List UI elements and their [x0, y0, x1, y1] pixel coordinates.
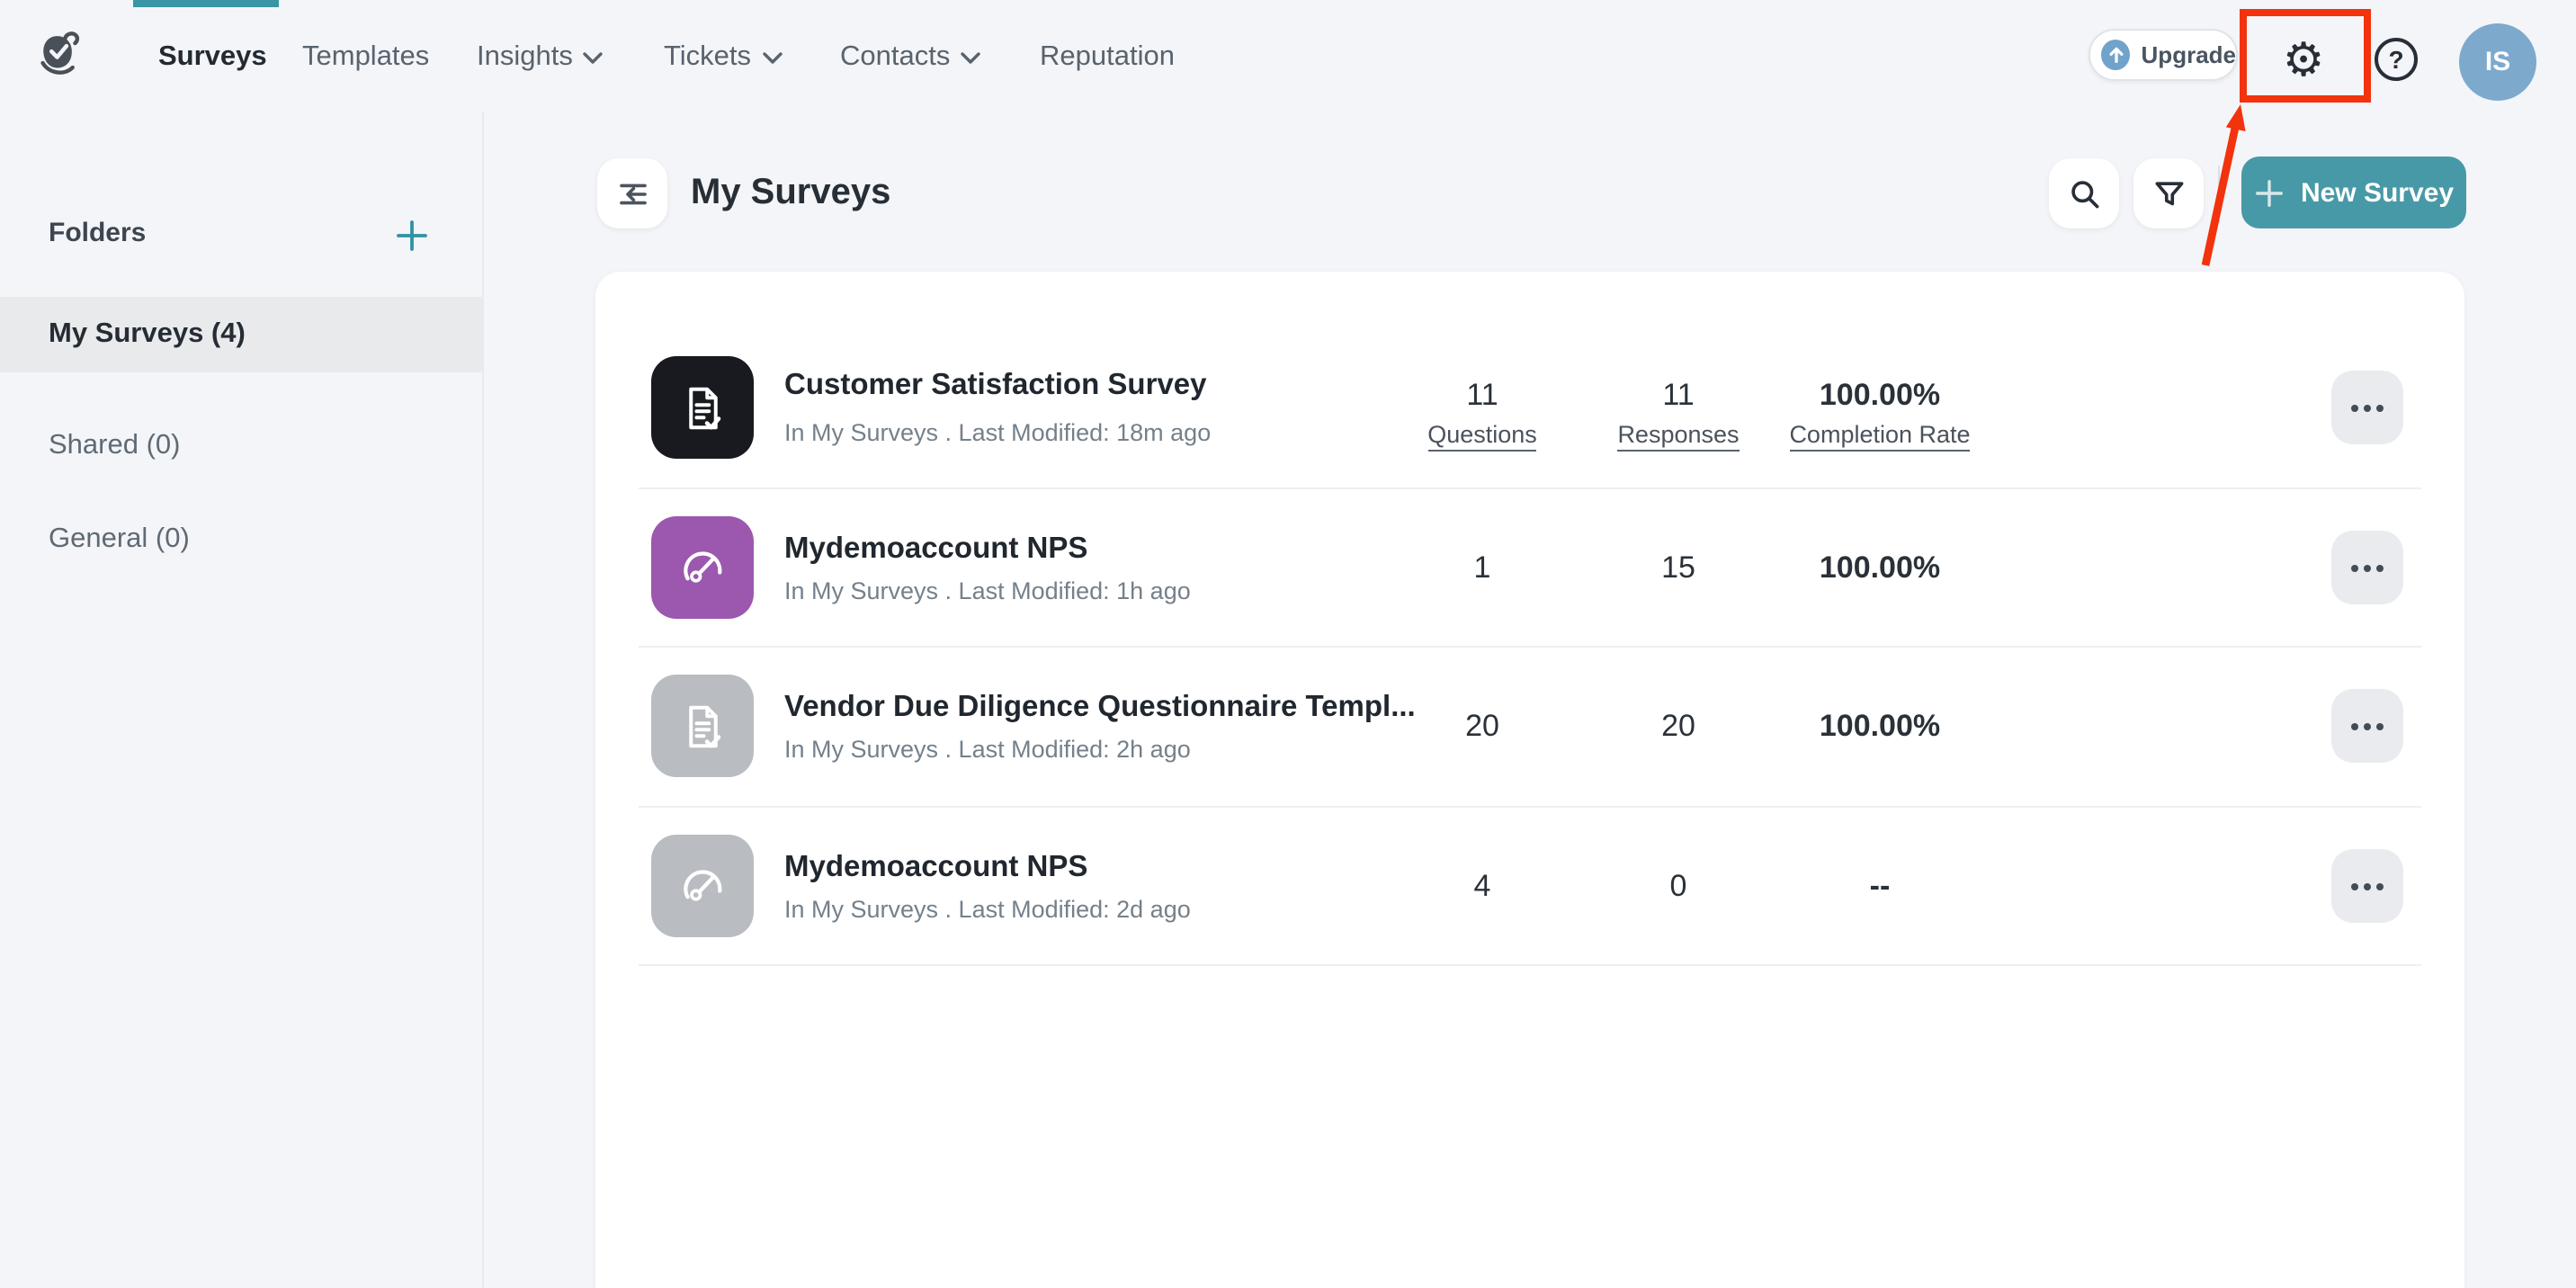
- collapse-sidebar-icon: [614, 175, 650, 211]
- gauge-icon: [675, 859, 729, 913]
- top-nav: Surveys Templates Insights Tickets Conta…: [0, 0, 2576, 112]
- new-survey-button[interactable]: New Survey: [2241, 157, 2466, 228]
- nav-tab-tickets[interactable]: Tickets: [664, 40, 782, 76]
- sidebar-item-my-surveys[interactable]: My Surveys (4): [0, 297, 482, 372]
- nav-label: Contacts: [840, 41, 950, 74]
- sidebar-item-label: Shared (0): [49, 430, 180, 462]
- nav-tab-templates[interactable]: Templates: [302, 40, 429, 76]
- survey-meta: In My Surveys . Last Modified: 2h ago: [784, 736, 1191, 763]
- row-divider: [639, 964, 2421, 966]
- survey-list-card: Customer Satisfaction Survey In My Surve…: [595, 272, 2464, 1288]
- filter-button[interactable]: [2133, 158, 2204, 228]
- add-folder-button plus-icon[interactable]: [392, 216, 432, 255]
- app-window: Surveys Templates Insights Tickets Conta…: [0, 0, 2576, 1288]
- page-title: My Surveys: [691, 173, 890, 214]
- collapse-sidebar-button[interactable]: [597, 158, 667, 228]
- chevron-down-icon: [584, 51, 604, 64]
- folders-sidebar: Folders My Surveys (4) Shared (0) Genera…: [0, 112, 484, 1288]
- survey-tile: [651, 356, 754, 459]
- help-icon: ?: [2388, 45, 2403, 74]
- survey-title: Mydemoaccount NPS: [784, 851, 1087, 885]
- completion-rate: 100.00%: [1754, 378, 2006, 412]
- plus-icon: [2254, 177, 2285, 208]
- folders-header: Folders: [0, 210, 482, 261]
- sidebar-item-general[interactable]: General (0): [0, 502, 482, 577]
- row-menu-button ellipsis-icon[interactable]: [2331, 531, 2403, 604]
- completion-rate: 100.00%: [1754, 709, 2006, 743]
- search-icon: [2066, 175, 2102, 211]
- sidebar-item-label: General (0): [49, 523, 190, 556]
- survey-meta: In My Surveys . Last Modified: 18m ago: [784, 419, 1211, 446]
- survey-title: Mydemoaccount NPS: [784, 532, 1087, 567]
- header-divider: [2218, 165, 2220, 223]
- document-check-icon: [675, 380, 729, 434]
- survey-tile: [651, 675, 754, 777]
- upgrade-arrow-icon: [2101, 40, 2131, 70]
- nav-label: Reputation: [1040, 41, 1175, 74]
- survey-tile: [651, 516, 754, 619]
- survey-row[interactable]: Mydemoaccount NPS In My Surveys . Last M…: [595, 487, 2464, 646]
- nav-tab-surveys[interactable]: Surveys: [158, 40, 267, 76]
- nav-label: Templates: [302, 41, 429, 74]
- filter-icon: [2151, 175, 2187, 211]
- row-menu-button ellipsis-icon[interactable]: [2331, 689, 2403, 763]
- gear-icon: ⚙: [2283, 34, 2325, 88]
- survey-title: Customer Satisfaction Survey: [784, 369, 1207, 403]
- sidebar-item-label: My Surveys (4): [49, 318, 246, 351]
- help-button[interactable]: ?: [2375, 38, 2418, 81]
- completion-rate: --: [1754, 869, 2006, 903]
- stat-completion: 100.00% Completion Rate: [1754, 378, 2006, 452]
- survey-row[interactable]: Vendor Due Diligence Questionnaire Templ…: [595, 646, 2464, 806]
- nav-tab-reputation[interactable]: Reputation: [1040, 40, 1175, 76]
- nav-label: Surveys: [158, 41, 267, 74]
- completion-rate: 100.00%: [1754, 550, 2006, 585]
- chevron-down-icon: [961, 51, 980, 64]
- sidebar-item-shared[interactable]: Shared (0): [0, 408, 482, 484]
- gauge-icon: [675, 541, 729, 595]
- avatar[interactable]: IS: [2459, 23, 2536, 101]
- survey-meta: In My Surveys . Last Modified: 2d ago: [784, 896, 1191, 923]
- search-button[interactable]: [2049, 158, 2119, 228]
- chevron-down-icon: [762, 51, 782, 64]
- survey-tile: [651, 835, 754, 937]
- folders-heading: Folders: [49, 218, 146, 248]
- survey-row[interactable]: Customer Satisfaction Survey In My Surve…: [595, 272, 2464, 487]
- survey-row[interactable]: Mydemoaccount NPS In My Surveys . Last M…: [595, 806, 2464, 964]
- new-survey-label: New Survey: [2301, 177, 2454, 208]
- survey-title: Vendor Due Diligence Questionnaire Templ…: [784, 691, 1416, 725]
- row-menu-button ellipsis-icon[interactable]: [2331, 849, 2403, 923]
- nav-label: Tickets: [664, 41, 751, 74]
- nav-label: Insights: [477, 41, 573, 74]
- completion-header-link[interactable]: Completion Rate: [1789, 421, 1970, 452]
- row-menu-button ellipsis-icon[interactable]: [2331, 371, 2403, 444]
- active-tab-indicator: [133, 0, 279, 7]
- responses-header-link[interactable]: Responses: [1617, 421, 1739, 452]
- nav-tab-insights[interactable]: Insights: [477, 40, 604, 76]
- survey-meta: In My Surveys . Last Modified: 1h ago: [784, 577, 1191, 604]
- nav-tab-contacts[interactable]: Contacts: [840, 40, 980, 76]
- upgrade-label: Upgrade: [2142, 41, 2236, 68]
- upgrade-button[interactable]: Upgrade: [2089, 29, 2238, 81]
- questions-header-link[interactable]: Questions: [1427, 421, 1537, 452]
- surveysparrow-logo[interactable]: [34, 25, 85, 79]
- settings-button[interactable]: ⚙: [2277, 34, 2330, 88]
- document-check-icon: [675, 699, 729, 753]
- avatar-initials: IS: [2485, 47, 2510, 77]
